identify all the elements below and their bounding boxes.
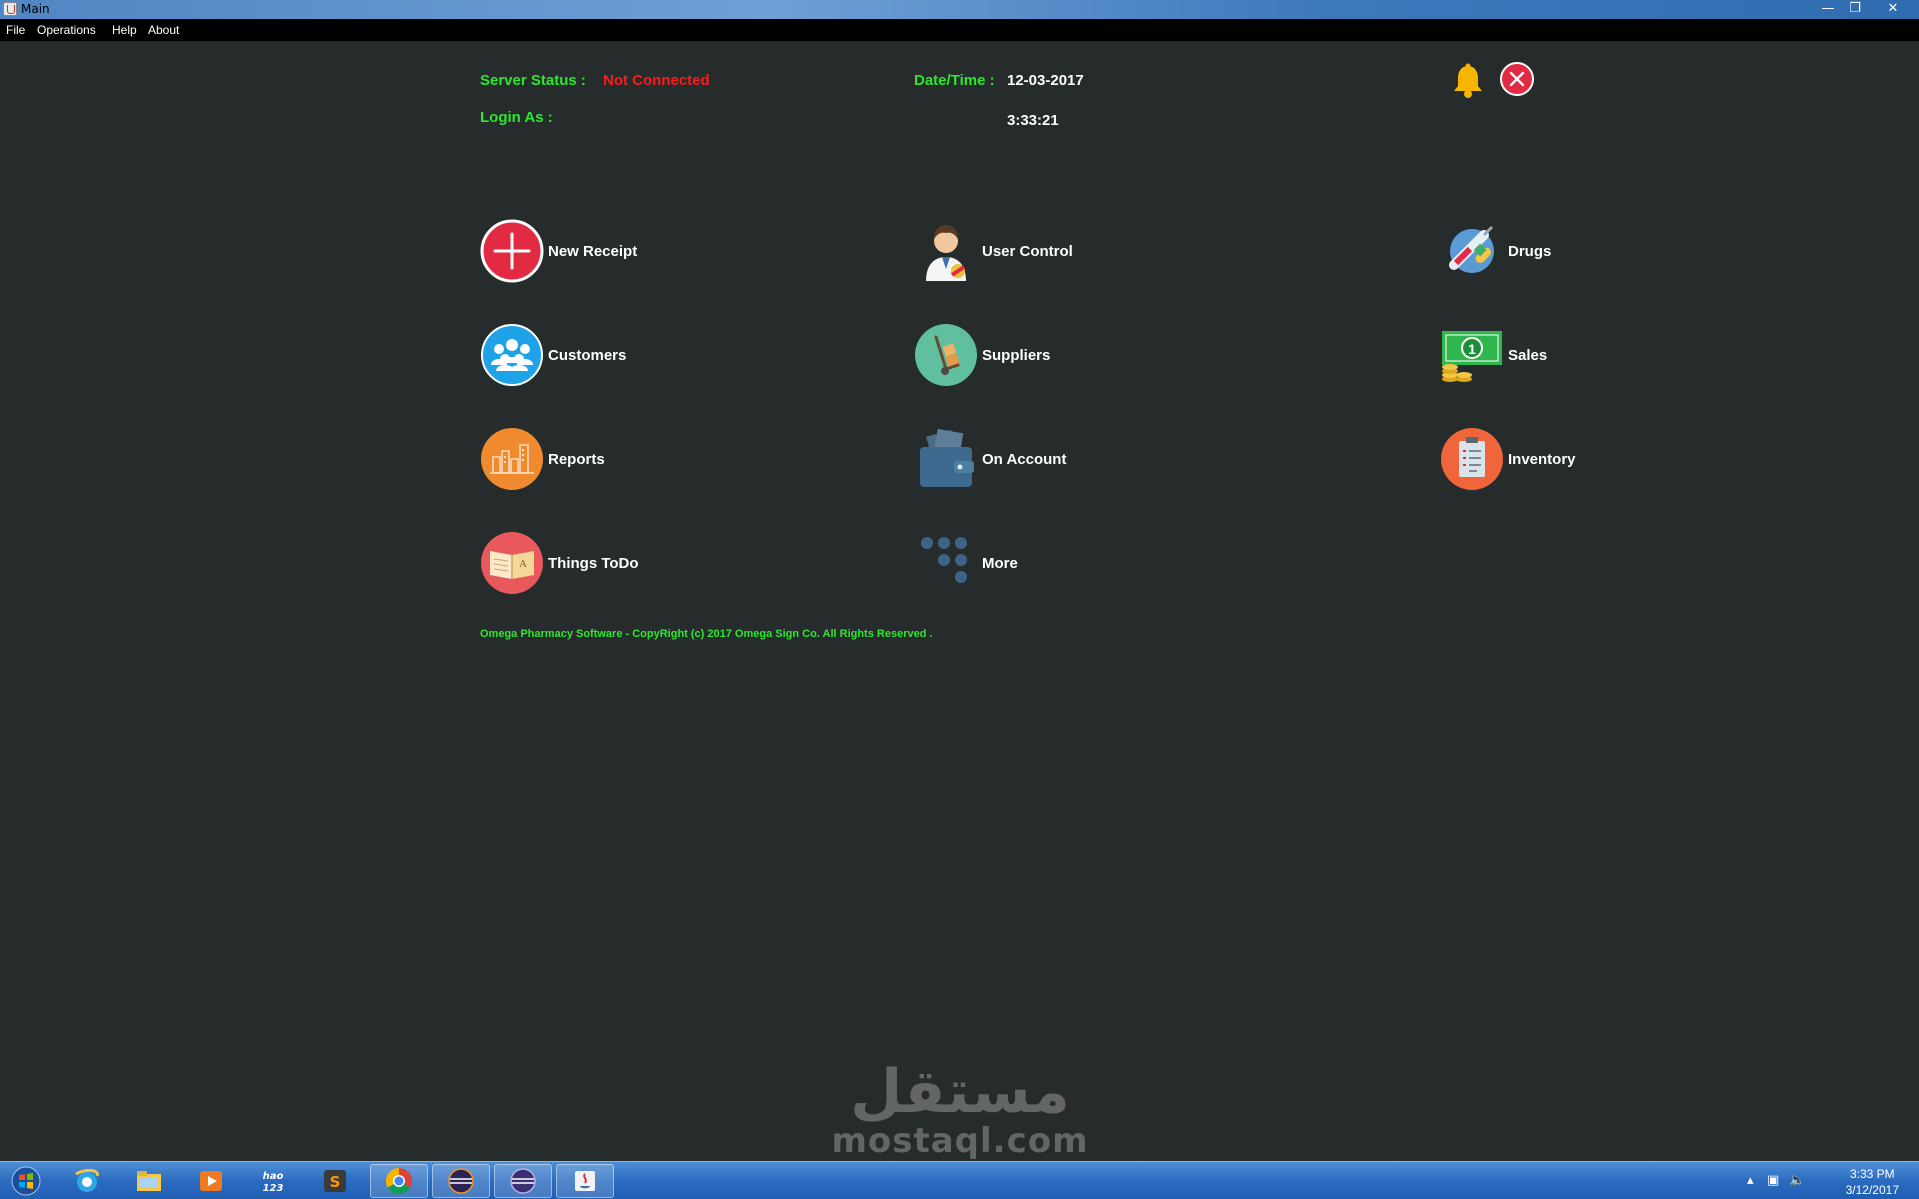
things-todo-button[interactable]: A Things ToDo: [480, 531, 639, 595]
inventory-button[interactable]: Inventory: [1440, 427, 1576, 491]
taskbar-media[interactable]: [182, 1164, 240, 1198]
watermark-arabic: مستقل: [850, 1057, 1070, 1127]
suppliers-label: Suppliers: [982, 346, 1051, 364]
minimize-icon[interactable]: —: [1815, 0, 1841, 19]
on-account-label: On Account: [982, 450, 1067, 468]
exit-button[interactable]: [1500, 62, 1534, 96]
svg-text:123: 123: [263, 1183, 284, 1194]
syringe-pill-icon: [1440, 219, 1504, 283]
server-status-value: Not Connected: [603, 72, 710, 89]
svg-text:hao: hao: [263, 1171, 284, 1182]
svg-text:A: A: [519, 558, 527, 570]
inventory-label: Inventory: [1508, 450, 1576, 468]
more-button[interactable]: More: [914, 531, 1018, 595]
file-explorer-icon: [137, 1171, 161, 1191]
volume-icon[interactable]: 🔈: [1789, 1173, 1805, 1188]
menu-bar: File Operations Help About: [0, 19, 1919, 41]
internet-explorer-icon: [75, 1168, 99, 1192]
login-as-label: Login As :: [480, 109, 553, 126]
new-receipt-label: New Receipt: [548, 242, 638, 260]
sales-button[interactable]: 1 Sales: [1440, 323, 1547, 387]
drugs-label: Drugs: [1508, 242, 1552, 260]
group-icon: [480, 323, 544, 387]
taskbar-sublime[interactable]: S: [306, 1164, 364, 1198]
media-player-icon: [200, 1171, 222, 1191]
svg-text:1: 1: [1468, 341, 1476, 357]
chrome-icon: [385, 1167, 412, 1195]
things-todo-label: Things ToDo: [548, 554, 639, 572]
clock-date: 3/12/2017: [1845, 1183, 1899, 1197]
taskbar-chrome[interactable]: [370, 1164, 428, 1198]
start-button[interactable]: [0, 1164, 52, 1198]
add-icon: [480, 219, 544, 283]
customers-label: Customers: [548, 346, 627, 364]
user-control-button[interactable]: User Control: [914, 219, 1073, 283]
close-icon[interactable]: ✕: [1880, 0, 1906, 19]
java-icon: [575, 1171, 595, 1191]
network-icon[interactable]: ▣: [1767, 1173, 1779, 1188]
copyright-footer: Omega Pharmacy Software - CopyRight (c) …: [480, 628, 933, 640]
watermark-latin: mostaql.com: [831, 1121, 1089, 1161]
menu-help[interactable]: Help: [112, 23, 137, 37]
reports-button[interactable]: Reports: [480, 427, 605, 491]
dots-icon: [914, 531, 978, 595]
taskbar-ie[interactable]: [58, 1164, 116, 1198]
clipboard-icon: [1440, 427, 1504, 491]
sublime-text-icon: S: [324, 1170, 346, 1192]
book-icon: A: [480, 531, 544, 595]
doctor-icon: [914, 219, 978, 283]
restore-icon[interactable]: ❐: [1842, 0, 1868, 19]
eclipse-icon: [448, 1168, 474, 1194]
time-value: 3:33:21: [1007, 112, 1059, 129]
taskbar-hao123[interactable]: hao 123: [244, 1164, 302, 1198]
user-control-label: User Control: [982, 242, 1073, 260]
start-orb-icon: [11, 1166, 41, 1196]
mostaql-watermark: مستقل mostaql.com: [830, 1060, 1090, 1158]
reports-label: Reports: [548, 450, 605, 468]
system-tray: ▴ ▣ 🔈 3:33 PM 3/12/2017: [1739, 1162, 1919, 1199]
money-coins-icon: 1: [1440, 323, 1504, 387]
show-hidden-icons-icon[interactable]: ▴: [1747, 1173, 1754, 1188]
taskbar-eclipse[interactable]: [432, 1164, 490, 1198]
taskbar-clock[interactable]: 3:33 PM 3/12/2017: [1846, 1166, 1899, 1198]
menu-operations[interactable]: Operations: [37, 23, 96, 37]
taskbar-explorer[interactable]: [120, 1164, 178, 1198]
java-app-icon: [3, 2, 17, 16]
wallet-icon: [914, 427, 978, 491]
on-account-button[interactable]: On Account: [914, 427, 1066, 491]
drugs-button[interactable]: Drugs: [1440, 219, 1551, 283]
window-title: Main: [21, 2, 50, 16]
eclipse-icon-2: [510, 1168, 536, 1194]
customers-button[interactable]: Customers: [480, 323, 626, 387]
clock-time: 3:33 PM: [1849, 1167, 1895, 1181]
menu-file[interactable]: File: [6, 23, 25, 37]
date-value: 12-03-2017: [1007, 72, 1084, 89]
taskbar-java[interactable]: [556, 1164, 614, 1198]
new-receipt-button[interactable]: New Receipt: [480, 219, 637, 283]
server-status-label: Server Status :: [480, 72, 586, 89]
svg-text:S: S: [330, 1173, 341, 1191]
notification-bell-icon[interactable]: [1451, 63, 1485, 99]
hand-truck-icon: [914, 323, 978, 387]
windows-taskbar: hao 123 S ▴ ▣ 🔈 3:33 PM 3/12/2017: [0, 1161, 1919, 1199]
menu-about[interactable]: About: [148, 23, 179, 37]
suppliers-button[interactable]: Suppliers: [914, 323, 1050, 387]
close-circle-icon: [1500, 62, 1534, 96]
hao123-icon: hao 123: [263, 1171, 284, 1194]
city-chart-icon: [480, 427, 544, 491]
taskbar-eclipse-2[interactable]: [494, 1164, 552, 1198]
more-label: More: [982, 554, 1018, 572]
datetime-label: Date/Time :: [914, 72, 995, 89]
window-title-bar[interactable]: Main — ❐ ✕: [0, 0, 1919, 19]
sales-label: Sales: [1508, 346, 1548, 364]
